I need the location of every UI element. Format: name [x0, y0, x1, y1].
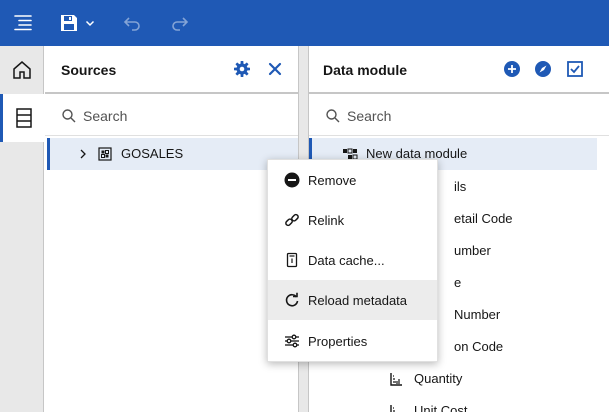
- sources-tab-button[interactable]: [0, 94, 45, 142]
- search-icon: [326, 109, 340, 123]
- measure-icon: [390, 405, 395, 412]
- sources-search: [45, 96, 298, 136]
- add-circle-icon[interactable]: [502, 59, 522, 79]
- scrollbar[interactable]: [599, 138, 607, 348]
- chevron-down-icon[interactable]: [84, 17, 96, 29]
- gear-icon[interactable]: [232, 59, 252, 79]
- sources-search-input[interactable]: [83, 104, 288, 128]
- module-search-input[interactable]: [347, 104, 599, 128]
- cache-icon: [284, 252, 300, 268]
- list-item[interactable]: etail Code: [454, 211, 513, 226]
- list-item-unit-cost[interactable]: Unit Cost: [414, 403, 467, 412]
- menu-item-remove[interactable]: Remove: [268, 160, 437, 200]
- left-rail: [0, 46, 45, 412]
- measure-icon: [390, 373, 402, 386]
- undo-icon: [123, 17, 140, 31]
- menu-item-label: Reload metadata: [308, 293, 408, 308]
- close-icon[interactable]: [265, 59, 285, 79]
- module-search: [309, 96, 609, 136]
- checkbox-check-icon[interactable]: [565, 59, 585, 79]
- menu-item-label: Remove: [308, 173, 357, 188]
- tree-item-gosales[interactable]: GOSALES: [47, 138, 298, 170]
- tree-item-label: GOSALES: [121, 146, 184, 161]
- data-module-title: Data module: [323, 62, 408, 78]
- list-item[interactable]: on Code: [454, 339, 503, 354]
- context-menu: Remove Relink Data cache... Reload metad…: [267, 159, 438, 362]
- remove-circle-icon: [284, 172, 300, 188]
- menu-item-reload-metadata[interactable]: Reload metadata: [268, 280, 437, 320]
- sources-header: Sources: [45, 46, 298, 94]
- sliders-icon: [284, 333, 300, 349]
- menu-item-relink[interactable]: Relink: [268, 200, 437, 240]
- redo-icon: [172, 17, 189, 31]
- redo-button[interactable]: [160, 0, 200, 46]
- save-button[interactable]: [52, 0, 102, 46]
- menu-item-label: Data cache...: [308, 253, 385, 268]
- list-icon: [16, 108, 32, 128]
- undo-button[interactable]: [112, 0, 152, 46]
- list-item-quantity[interactable]: Quantity: [414, 371, 462, 386]
- compass-icon[interactable]: [533, 59, 553, 79]
- list-item[interactable]: umber: [454, 243, 491, 258]
- search-icon: [62, 109, 76, 123]
- top-toolbar: [0, 0, 609, 46]
- list-item[interactable]: e: [454, 275, 461, 290]
- reload-icon: [284, 292, 300, 308]
- menu-item-properties[interactable]: Properties: [268, 321, 437, 361]
- database-icon: [98, 147, 112, 161]
- menu-item-data-cache[interactable]: Data cache...: [268, 240, 437, 280]
- menu-lines-icon[interactable]: [0, 0, 46, 46]
- sources-title: Sources: [61, 62, 117, 78]
- home-button[interactable]: [0, 46, 44, 94]
- menu-item-label: Properties: [308, 334, 368, 349]
- link-icon: [284, 212, 300, 228]
- data-module-header: Data module: [309, 46, 609, 94]
- home-icon: [13, 61, 31, 79]
- sources-panel: Sources Search GOSALES: [45, 46, 299, 412]
- save-icon: [61, 15, 77, 31]
- list-item[interactable]: ils: [454, 179, 466, 194]
- list-item[interactable]: Number: [454, 307, 500, 322]
- chevron-right-icon[interactable]: [77, 148, 89, 160]
- menu-item-label: Relink: [308, 213, 345, 228]
